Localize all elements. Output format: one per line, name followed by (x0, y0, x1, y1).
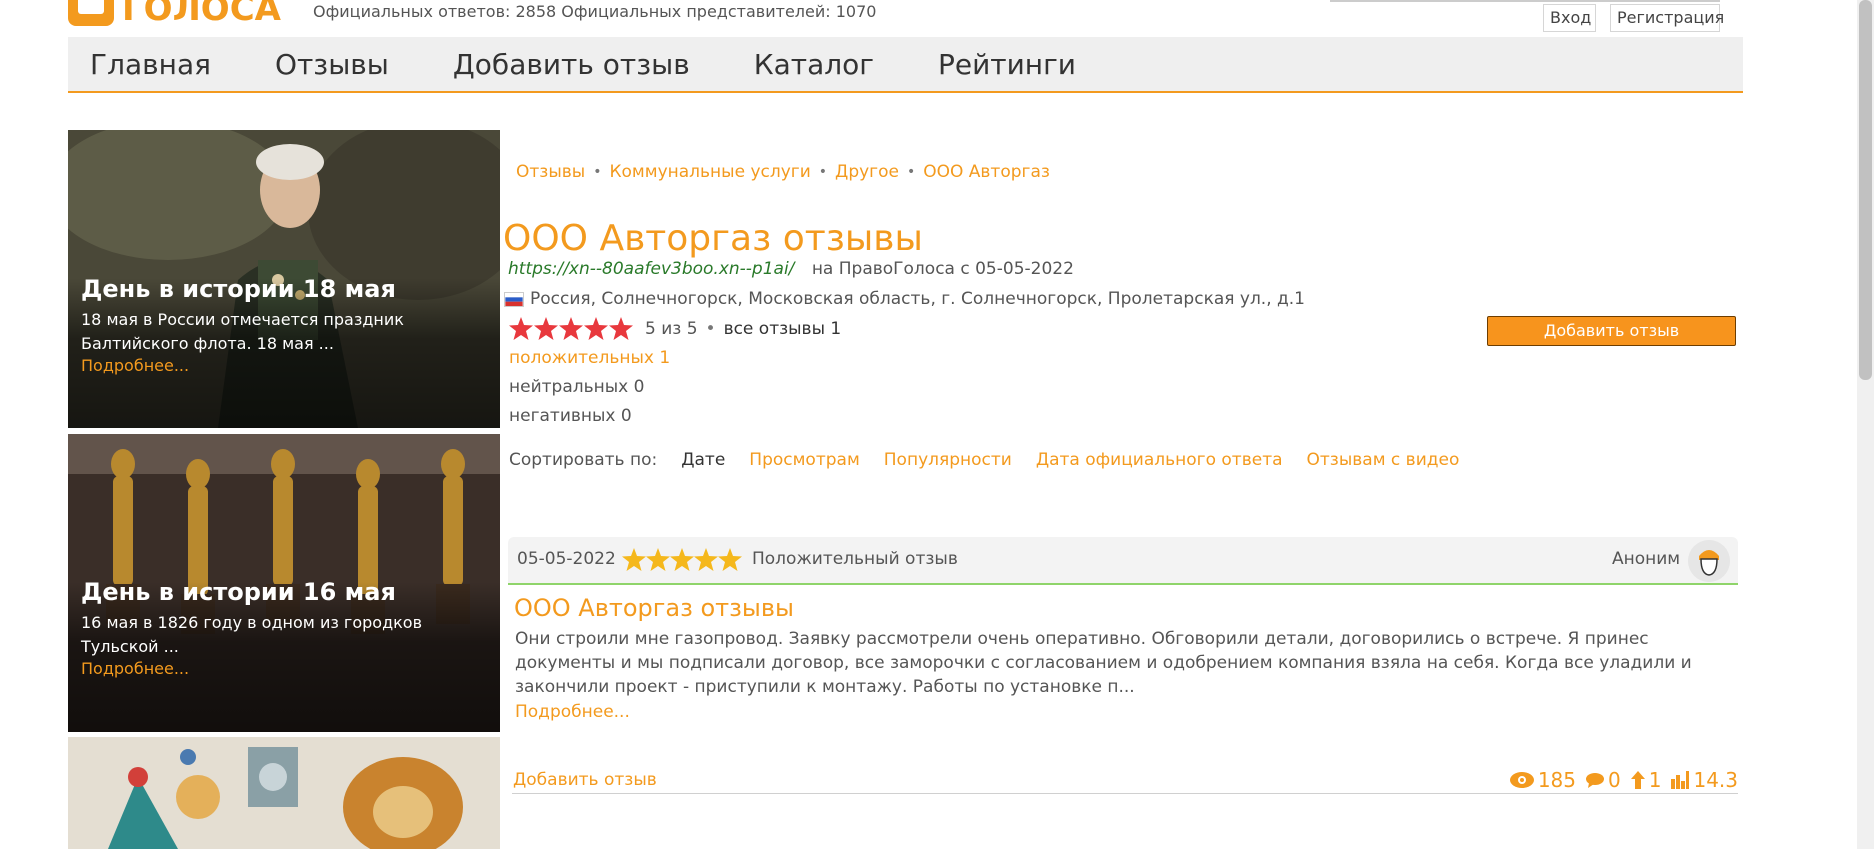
star-icon (670, 548, 694, 571)
company-rating: 5 из 5 • все отзывы 1 (509, 317, 841, 340)
sort-by-views[interactable]: Просмотрам (749, 450, 859, 470)
sort-label: Сортировать по: (509, 450, 658, 470)
breadcrumb: Отзывы • Коммунальные услуги • Другое • … (516, 162, 1050, 182)
breadcrumb-company[interactable]: ООО Авторгаз (923, 162, 1050, 182)
company-site-line: https://xn--80aafev3boo.xn--p1ai/ на Пра… (508, 259, 1074, 279)
score-value: 14.3 (1693, 768, 1738, 792)
card-text: 16 мая в 1826 году в одном из городков Т… (81, 613, 423, 656)
card-title[interactable]: День в истории 16 мая (81, 578, 396, 606)
sort-by-video[interactable]: Отзывам с видео (1307, 450, 1460, 470)
star-icon (509, 317, 533, 340)
company-since: на ПравоГолоса с 05-05-2022 (811, 259, 1074, 279)
register-button[interactable]: Регистрация (1610, 4, 1724, 32)
card-more-link[interactable]: Подробнее... (81, 659, 189, 678)
nav-item-ratings[interactable]: Рейтинги (938, 48, 1076, 81)
breadcrumb-separator: • (818, 164, 828, 180)
review-more-link[interactable]: Подробнее... (515, 702, 630, 722)
breadcrumb-separator: • (593, 164, 602, 180)
footer-add-review-link[interactable]: Добавить отзыв (513, 770, 657, 790)
company-address: Россия, Солнечногорск, Московская област… (530, 289, 1305, 309)
scrollbar-thumb[interactable] (1859, 0, 1872, 380)
rating-separator: • (705, 318, 716, 339)
views-count: 185 (1537, 768, 1576, 792)
page-scrollbar[interactable] (1857, 0, 1874, 849)
star-icon (534, 317, 558, 340)
review-footer: Добавить отзыв 185 0 1 14.3 (512, 768, 1738, 794)
history-card-image (68, 737, 500, 849)
bar-chart-icon (1671, 771, 1690, 789)
company-site-link[interactable]: https://xn--80aafev3boo.xn--p1ai/ (508, 259, 794, 279)
card-text: 18 мая в России отмечается праздник Балт… (81, 310, 404, 353)
main-nav: Главная Отзывы Добавить отзыв Каталог Ре… (68, 37, 1743, 93)
review-header: 05-05-2022 Положительный отзыв Аноним (508, 537, 1738, 585)
card-title[interactable]: День в истории 18 мая (81, 275, 396, 303)
breadcrumb-separator: • (906, 164, 916, 180)
avatar-icon (1688, 540, 1730, 582)
all-reviews-link[interactable]: все отзывы 1 (724, 319, 842, 339)
breadcrumb-other[interactable]: Другое (835, 162, 899, 182)
russia-flag-icon (504, 291, 524, 307)
breadcrumb-utilities[interactable]: Коммунальные услуги (609, 162, 810, 182)
sort-bar: Сортировать по: Дате Просмотрам Популярн… (509, 450, 1483, 470)
review-stats: 185 0 1 14.3 (1509, 768, 1738, 792)
star-icon (609, 317, 633, 340)
star-icon (718, 548, 742, 571)
star-icon (694, 548, 718, 571)
eye-icon (1509, 772, 1534, 788)
negative-count: негативных 0 (509, 406, 632, 426)
comments-count: 0 (1608, 768, 1621, 792)
site-stats: Официальных ответов: 2858 Официальных пр… (313, 2, 877, 21)
login-button[interactable]: Вход (1543, 4, 1596, 32)
breadcrumb-reviews[interactable]: Отзывы (516, 162, 585, 182)
positive-count-link[interactable]: положительных 1 (509, 348, 670, 368)
star-icon (559, 317, 583, 340)
nav-item-catalog[interactable]: Каталог (754, 48, 874, 81)
card-more-link[interactable]: Подробнее... (81, 356, 189, 375)
history-card-partial[interactable] (68, 737, 500, 849)
review-stars (622, 548, 742, 571)
add-review-button[interactable]: Добавить отзыв (1487, 316, 1736, 346)
page-title: ООО Авторгаз отзывы (503, 218, 923, 259)
comment-icon (1586, 772, 1604, 788)
nav-item-add-review[interactable]: Добавить отзыв (453, 48, 690, 81)
star-icon (622, 548, 646, 571)
star-icon (646, 548, 670, 571)
review-date: 05-05-2022 (517, 549, 616, 569)
neutral-count: нейтральных 0 (509, 377, 645, 397)
sort-by-popularity[interactable]: Популярности (884, 450, 1012, 470)
review-title[interactable]: ООО Авторгаз отзывы (514, 594, 794, 622)
star-icon (584, 317, 608, 340)
sort-by-official-answer-date[interactable]: Дата официального ответа (1036, 450, 1283, 470)
logo-text: ГОЛОСА (122, 0, 282, 26)
history-card-18-may[interactable]: День в истории 18 мая 18 мая в России от… (68, 130, 500, 428)
review-type: Положительный отзыв (752, 549, 958, 569)
company-address-line: Россия, Солнечногорск, Московская област… (504, 289, 1305, 309)
top-search-field[interactable] (1330, 0, 1720, 2)
rating-text: 5 из 5 (645, 318, 698, 339)
site-logo[interactable]: ГОЛОСА (68, 0, 298, 29)
nav-item-home[interactable]: Главная (90, 48, 211, 81)
history-card-16-may[interactable]: День в истории 16 мая 16 мая в 1826 году… (68, 434, 500, 732)
sort-by-date[interactable]: Дате (681, 450, 725, 470)
nav-item-reviews[interactable]: Отзывы (275, 48, 389, 81)
thumbs-up-icon (1630, 771, 1645, 789)
likes-count: 1 (1648, 768, 1662, 792)
review-author: Аноним (1612, 549, 1681, 569)
rating-stars (509, 317, 633, 340)
review-body: Они строили мне газопровод. Заявку рассм… (515, 629, 1692, 697)
